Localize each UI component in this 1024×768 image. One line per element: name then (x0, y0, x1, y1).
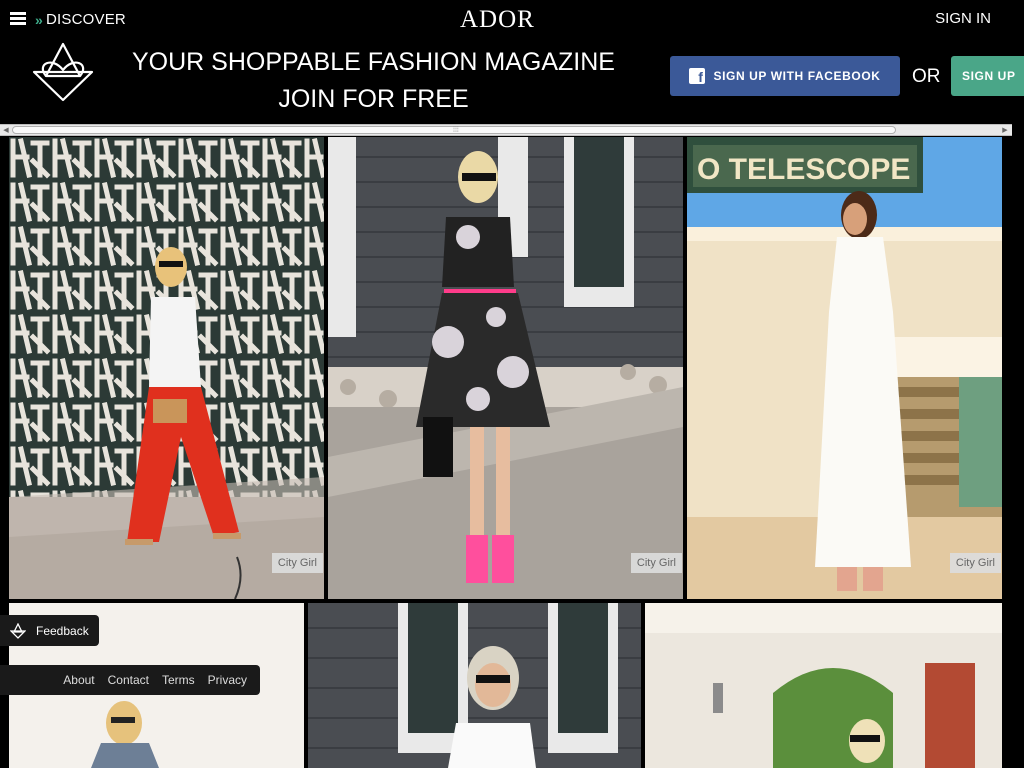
ador-logo-icon[interactable] (30, 42, 96, 102)
footer-links: About Contact Terms Privacy (0, 665, 260, 695)
horizontal-scrollbar[interactable]: ◀ ⁞⁞⁞ ▶ (0, 124, 1012, 136)
tagline: YOUR SHOPPABLE FASHION MAGAZINE JOIN FOR… (130, 44, 617, 118)
site-header: » DISCOVER ADOR SIGN IN YOUR SHOPPABLE F… (0, 0, 1024, 124)
double-chevron-right-icon: » (35, 11, 43, 28)
sign-up-button[interactable]: SIGN UP (951, 56, 1024, 96)
tile-tag[interactable]: City Girl (271, 553, 323, 573)
sign-in-link[interactable]: SIGN IN (935, 10, 991, 27)
facebook-button-label: SIGN UP WITH FACEBOOK (713, 69, 881, 83)
outfit-photo (328, 137, 683, 599)
discover-label: DISCOVER (46, 11, 126, 28)
outfit-photo (308, 603, 641, 768)
brand-logo-text[interactable]: ADOR (460, 6, 535, 34)
discover-link[interactable]: » DISCOVER (35, 11, 126, 28)
tile-tag[interactable]: City Girl (949, 553, 1001, 573)
footer-link-about[interactable]: About (63, 673, 94, 687)
scrollbar-thumb[interactable]: ⁞⁞⁞ (12, 126, 896, 134)
hamburger-menu-icon[interactable] (10, 12, 26, 26)
scroll-left-arrow-icon[interactable]: ◀ (1, 126, 11, 135)
tagline-line-2: JOIN FOR FREE (278, 85, 469, 113)
footer-link-terms[interactable]: Terms (162, 673, 195, 687)
or-label: OR (912, 66, 941, 87)
outfit-photo (645, 603, 1002, 768)
outfit-photo (9, 137, 324, 599)
telescope-sign-text: O TELESCOPE (697, 153, 910, 186)
scroll-right-arrow-icon[interactable]: ▶ (1000, 126, 1010, 135)
tagline-line-1: YOUR SHOPPABLE FASHION MAGAZINE (132, 48, 615, 76)
outfit-tile-graffiti[interactable]: City Girl (9, 137, 324, 599)
outfit-photo: O TELESCOPE (687, 137, 1002, 599)
grip-icon: ⁞⁞⁞ (453, 127, 459, 134)
facebook-icon: f (689, 68, 706, 84)
outfit-tile-white-dress[interactable]: O TELESCOPE City Girl (687, 137, 1002, 599)
ador-small-logo-icon (10, 622, 26, 639)
feedback-button[interactable]: Feedback (0, 615, 99, 646)
tile-tag[interactable]: City Girl (630, 553, 682, 573)
outfit-tile-white-top[interactable] (308, 603, 641, 768)
footer-link-contact[interactable]: Contact (108, 673, 149, 687)
sign-up-with-facebook-button[interactable]: f SIGN UP WITH FACEBOOK (670, 56, 900, 96)
footer-link-privacy[interactable]: Privacy (208, 673, 247, 687)
outfit-tile-archway[interactable] (645, 603, 1002, 768)
outfit-tile-floral-dress[interactable]: City Girl (328, 137, 683, 599)
feedback-label: Feedback (36, 623, 89, 638)
